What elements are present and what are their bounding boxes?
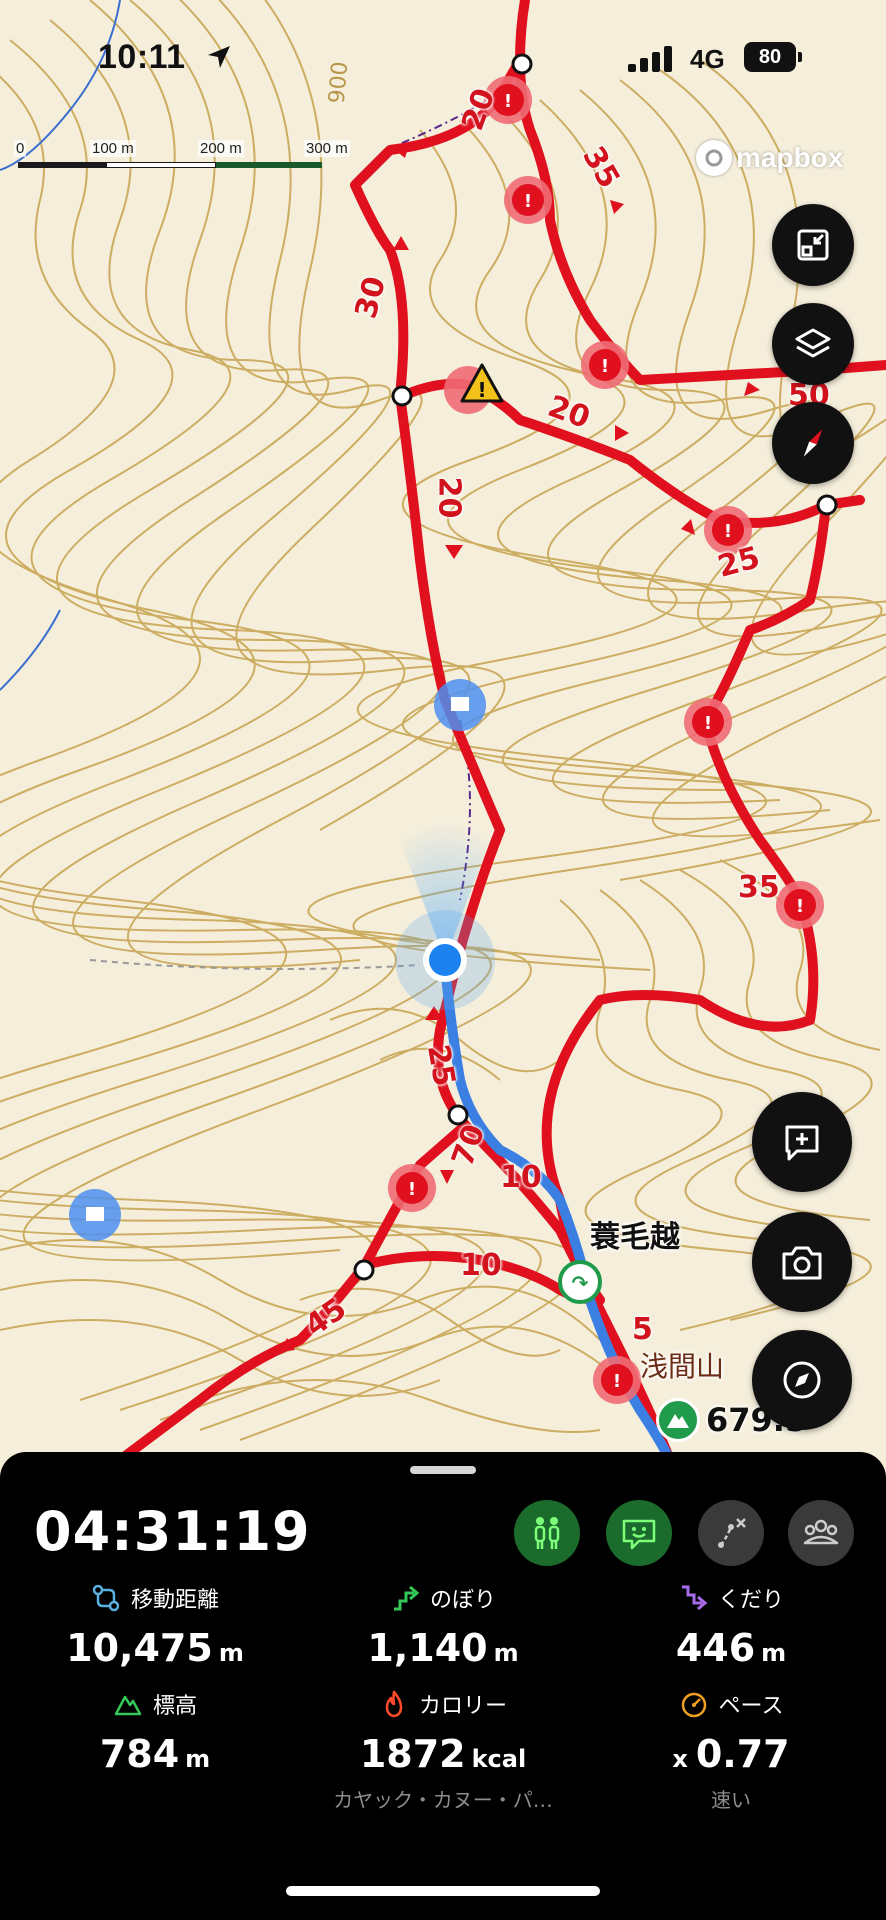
mountain-icon — [656, 1398, 700, 1442]
elevation-icon — [114, 1695, 142, 1716]
cellular-signal-icon — [628, 46, 672, 72]
stat-label: ペース — [718, 1694, 784, 1719]
stat-pace: ペース x 0.77 速い — [586, 1688, 876, 1813]
flame-icon — [385, 1690, 403, 1718]
stat-unit: m — [185, 1745, 211, 1773]
stat-unit: m — [493, 1639, 519, 1667]
fullscreen-exit-icon — [797, 229, 829, 261]
stat-label: 移動距離 — [130, 1588, 219, 1613]
pace-note: 速い — [711, 1788, 751, 1812]
layers-button[interactable] — [772, 303, 854, 385]
svg-text:!: ! — [724, 521, 732, 542]
map-view[interactable]: ! ! ! ! ! ! ! ! ! ↷ 20 35 30 20 50 20 25… — [0, 0, 886, 1460]
scale-label: 300 m — [304, 140, 350, 157]
hazard-marker-group: ! ! ! ! ! ! ! ! — [388, 76, 824, 1404]
stat-value: 1,140 — [367, 1626, 488, 1670]
navigation-button[interactable] — [752, 1330, 852, 1430]
svg-text:!: ! — [704, 713, 712, 734]
route-time-label: 35 — [738, 870, 780, 905]
route-time-label: 20 — [431, 476, 467, 519]
stat-label: 標高 — [152, 1694, 197, 1719]
memo-pin-icon — [434, 679, 486, 731]
scale-label: 100 m — [90, 140, 136, 157]
svg-text:↷: ↷ — [572, 1271, 589, 1295]
place-label-pass: 蓑毛越 — [590, 1220, 680, 1255]
route-off-icon — [718, 1518, 746, 1548]
clock: 10:11 — [98, 38, 186, 76]
chat-face-icon — [622, 1519, 656, 1550]
route-time-label: 5 — [632, 1312, 653, 1347]
svg-text:!: ! — [408, 1179, 416, 1200]
activity-type: カヤック・カヌー・パ… — [333, 1788, 553, 1812]
current-location-icon — [423, 938, 467, 982]
svg-text:!: ! — [477, 378, 486, 402]
walker-mode-button[interactable] — [514, 1500, 580, 1566]
svg-text:!: ! — [524, 191, 532, 212]
route-time-label: 10 — [500, 1160, 542, 1195]
mapbox-logo: mapbox — [696, 140, 843, 176]
scale-label: 200 m — [198, 140, 244, 157]
place-label-mountain: 浅間山 — [640, 1350, 725, 1383]
group-button[interactable] — [788, 1500, 854, 1566]
navigation-icon — [783, 1361, 821, 1399]
stat-distance: 移動距離 10,475 m — [10, 1582, 300, 1670]
home-indicator[interactable] — [286, 1886, 600, 1896]
mapbox-icon — [696, 140, 732, 176]
stat-value: 0.77 — [695, 1732, 790, 1776]
stat-elevation: 標高 784 m — [10, 1688, 300, 1776]
stat-descent: くだり 446 m — [586, 1582, 876, 1670]
ascent-icon — [393, 1585, 420, 1611]
scale-bar: 0 100 m 200 m 300 m — [14, 140, 366, 176]
svg-text:!: ! — [796, 896, 804, 917]
status-bar: 10:11 4G 80 — [0, 0, 886, 120]
speedometer-icon — [681, 1692, 706, 1718]
compass-button[interactable] — [772, 402, 854, 484]
memo-pin-icon — [69, 1189, 121, 1241]
stat-unit: m — [218, 1639, 244, 1667]
stat-unit: m — [761, 1639, 787, 1667]
activity-panel: 04:31:19 移動距離 10,475 m のぼり 1,140 m くだり 4… — [0, 1452, 886, 1920]
compass-icon — [803, 429, 823, 457]
stat-value: 1872 — [359, 1732, 466, 1776]
stat-label: くだり — [717, 1588, 784, 1613]
stat-value: 10,475 — [66, 1626, 213, 1670]
walker-icon — [534, 1517, 560, 1549]
stat-label: のぼり — [429, 1588, 496, 1613]
route-time-label: 10 — [460, 1248, 502, 1283]
camera-button[interactable] — [752, 1212, 852, 1312]
hazard-markers: ! ! ! ! ! ! ! ! ! ↷ — [69, 76, 824, 1404]
route-off-button[interactable] — [698, 1500, 764, 1566]
camera-icon — [782, 1246, 822, 1280]
elapsed-time: 04:31:19 — [34, 1500, 311, 1563]
scale-label: 0 — [14, 140, 27, 157]
stat-prefix: x — [672, 1745, 688, 1773]
network-type: 4G — [690, 44, 725, 74]
svg-text:!: ! — [601, 356, 609, 377]
stat-calories: カロリー 1872 kcal カヤック・カヌー・パ… — [298, 1688, 588, 1813]
mapbox-attribution: mapbox — [736, 142, 844, 173]
route-time-label: 25 — [420, 1041, 462, 1090]
stat-unit: kcal — [471, 1745, 527, 1773]
stat-label: カロリー — [418, 1694, 507, 1719]
battery-icon: 80 — [744, 42, 796, 72]
fullscreen-exit-button[interactable] — [772, 204, 854, 286]
chat-mode-button[interactable] — [606, 1500, 672, 1566]
distance-icon — [92, 1584, 120, 1612]
stat-value: 446 — [675, 1626, 756, 1670]
group-icon — [803, 1519, 839, 1545]
stat-value: 784 — [99, 1732, 180, 1776]
pass-icon: ↷ — [558, 1260, 602, 1304]
svg-text:!: ! — [613, 1371, 621, 1392]
add-memo-icon — [785, 1125, 819, 1161]
descent-icon — [681, 1585, 708, 1611]
layers-icon — [795, 328, 831, 358]
add-memo-button[interactable] — [752, 1092, 852, 1192]
stat-ascent: のぼり 1,140 m — [298, 1582, 588, 1670]
panel-grabber[interactable] — [410, 1466, 476, 1474]
location-arrow-icon — [208, 46, 230, 68]
